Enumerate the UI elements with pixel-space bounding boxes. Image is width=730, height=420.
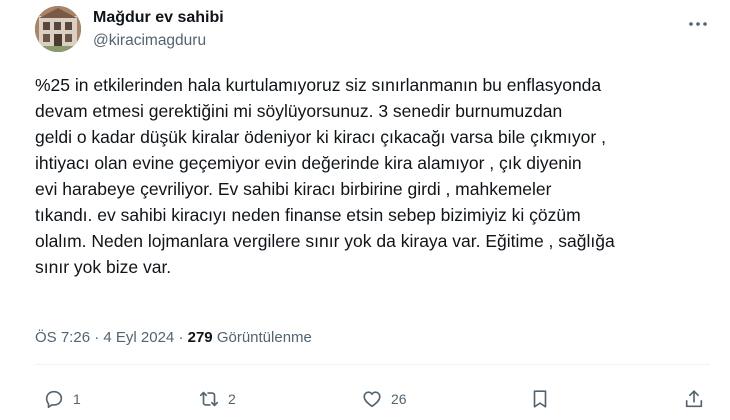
action-bar: 1 2 26 [35, 388, 710, 412]
meta-separator: · [178, 329, 184, 346]
author-info: Mağdur ev sahibi @kiracimagduru [93, 8, 224, 51]
share-button[interactable] [683, 388, 705, 410]
like-button[interactable]: 26 [361, 388, 407, 410]
author-display-name[interactable]: Mağdur ev sahibi [93, 8, 224, 28]
tweet-meta: ÖS 7:26 · 4 Eyl 2024 · 279 Görüntülenme [35, 328, 312, 348]
bookmark-icon [533, 390, 547, 408]
reply-count: 1 [73, 391, 81, 407]
tweet-text: %25 in etkilerinden hala kurtulamıyoruz … [35, 75, 615, 277]
views-label: Görüntülenme [216, 329, 312, 346]
views-count: 279 [187, 329, 213, 346]
bookmark-button[interactable] [529, 388, 551, 410]
like-count: 26 [391, 391, 407, 407]
avatar-image [35, 6, 81, 52]
heart-icon [363, 391, 381, 408]
author-handle[interactable]: @kiracimagduru [93, 31, 224, 51]
meta-separator: · [94, 329, 100, 346]
more-options-button[interactable] [686, 12, 710, 36]
more-horizontal-icon [689, 22, 707, 26]
retweet-button[interactable]: 2 [198, 388, 236, 410]
retweet-icon [199, 391, 219, 407]
retweet-count: 2 [228, 391, 236, 407]
avatar[interactable] [35, 6, 81, 52]
share-icon [685, 390, 703, 408]
tweet-date[interactable]: 4 Eyl 2024 [103, 329, 174, 346]
divider [35, 364, 710, 365]
reply-icon [45, 390, 63, 409]
reply-button[interactable]: 1 [43, 388, 81, 410]
tweet-time[interactable]: ÖS 7:26 [35, 329, 90, 346]
